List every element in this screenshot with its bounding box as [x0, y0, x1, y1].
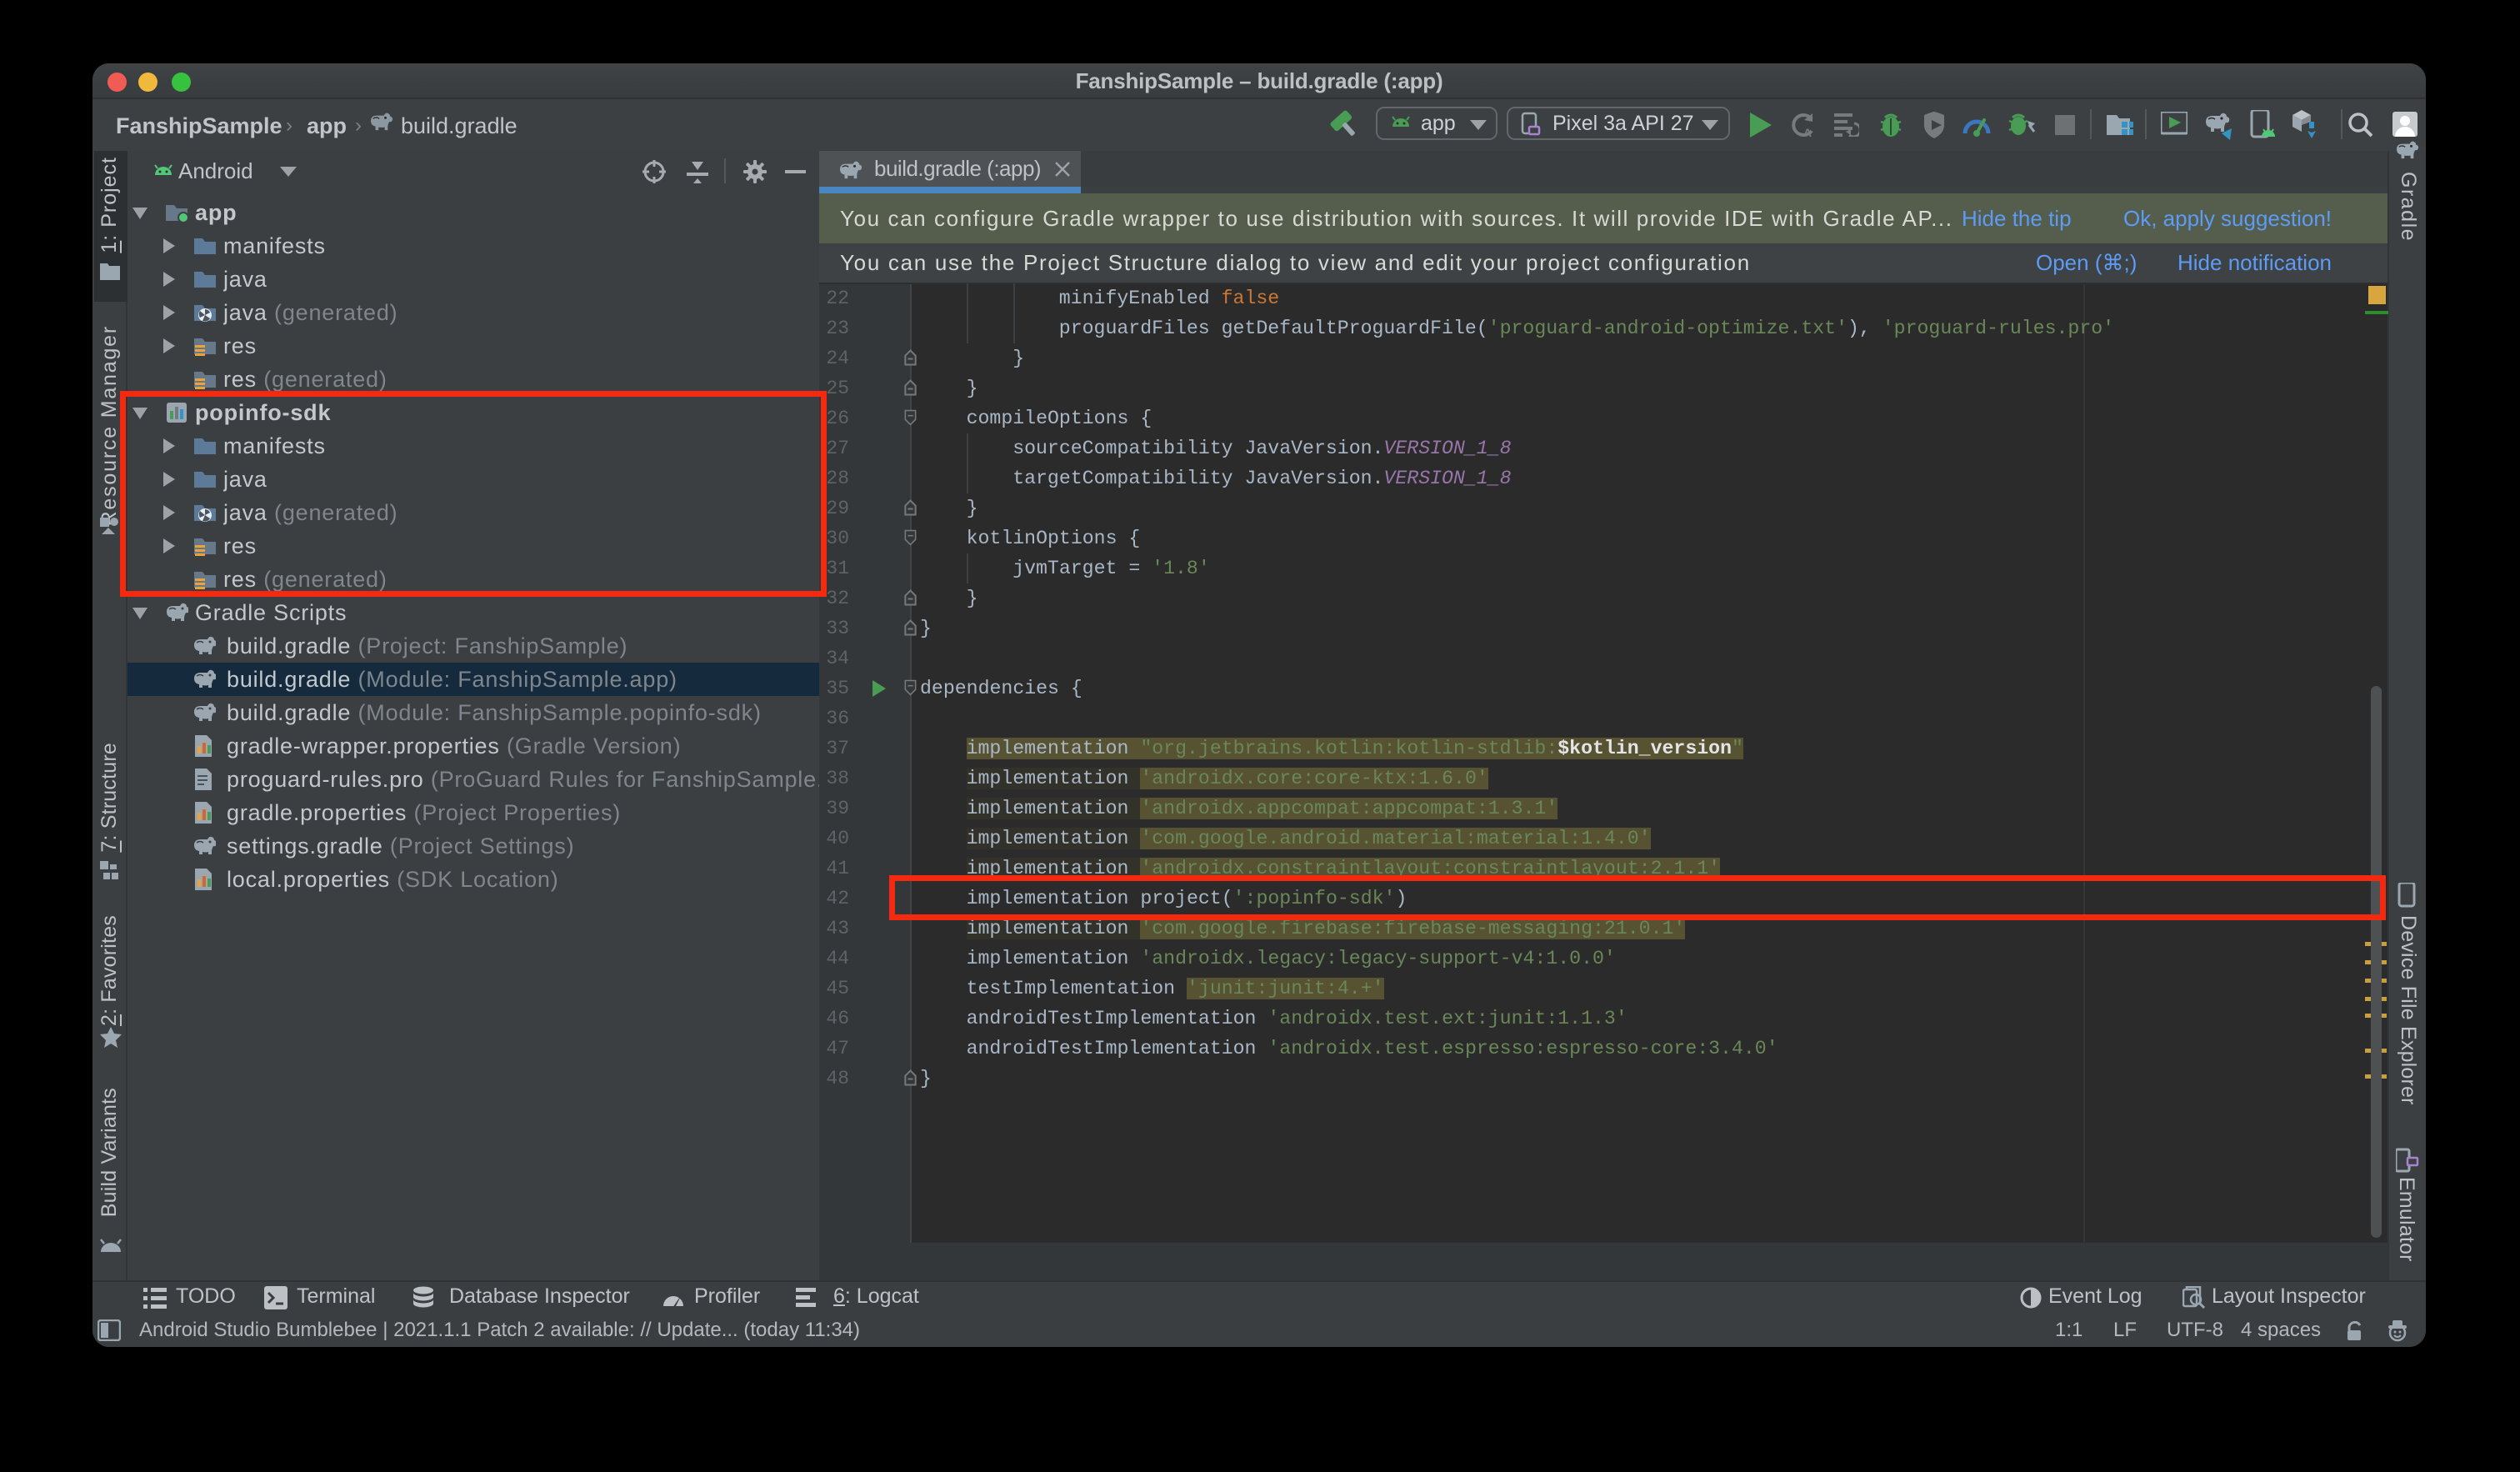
svg-text:A: A: [1803, 126, 1812, 138]
